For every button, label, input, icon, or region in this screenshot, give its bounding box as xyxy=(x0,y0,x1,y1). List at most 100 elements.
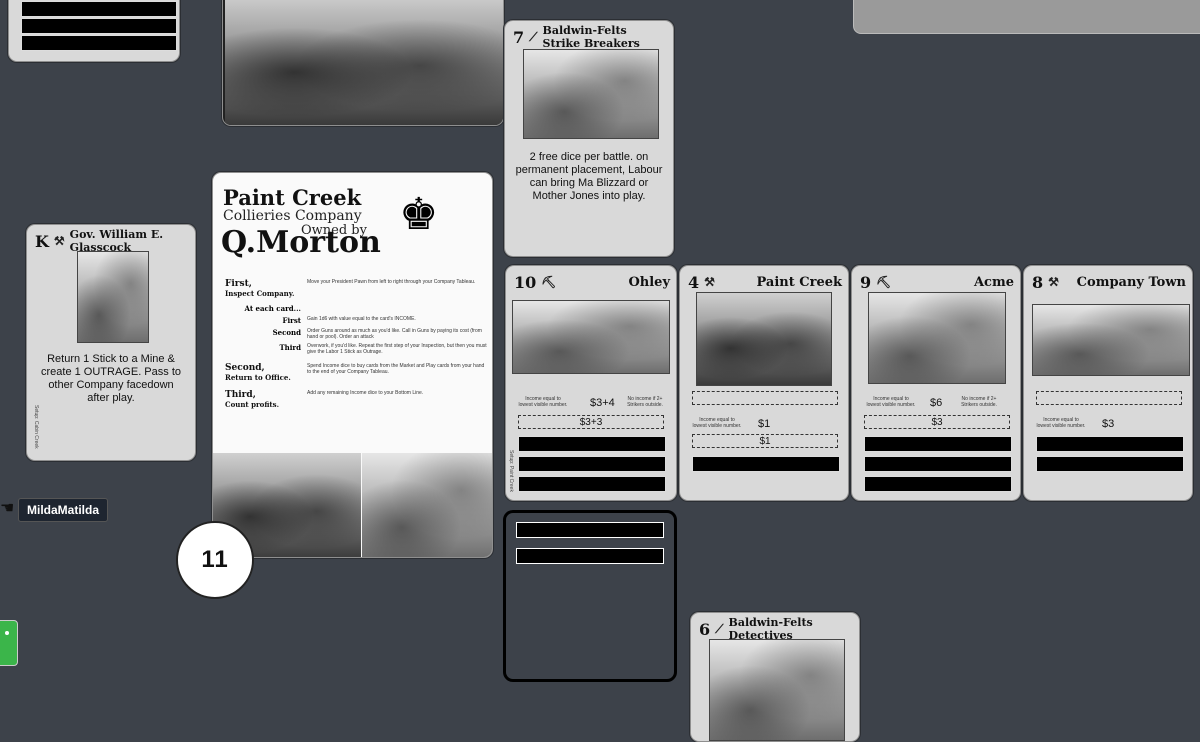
step-sub: Return to Office. xyxy=(225,373,291,382)
redacted-bar xyxy=(21,18,177,34)
redacted-bar xyxy=(692,456,840,472)
step-label: Third, xyxy=(225,390,256,400)
card-baldwin-detectives[interactable]: 6 ⟋ Baldwin-Felts Detectives xyxy=(690,612,860,742)
round-token[interactable]: 11 xyxy=(176,521,254,599)
company-board[interactable]: Paint Creek Collieries Company Owned by … xyxy=(212,172,493,558)
owner-name: Q.Morton xyxy=(221,225,381,260)
card-title: Ohley xyxy=(628,274,670,290)
card-photo xyxy=(696,292,832,386)
step-label: At each card... xyxy=(244,304,301,313)
pointer-hand-icon: ☚ xyxy=(0,500,15,517)
step-text: Add any remaining Income dice to your Bo… xyxy=(307,390,424,396)
step-label: Third xyxy=(279,343,301,352)
redacted-bar xyxy=(518,436,666,452)
income-slot: $1 xyxy=(692,434,838,448)
workers-icon: ⚒ xyxy=(704,275,715,289)
income-note: Income equal to lowest visible number. xyxy=(1036,417,1086,429)
step-text: Move your President Pawn from left to ri… xyxy=(307,279,476,285)
mine-card-acme[interactable]: 9 ⛏ Acme Income equal to lowest visible … xyxy=(851,265,1021,501)
card-ability-text: 2 free dice per battle. on permanent pla… xyxy=(515,151,663,202)
card-number: 7 xyxy=(513,27,525,47)
hidden-card-topleft[interactable] xyxy=(8,0,180,62)
income-note: Income equal to lowest visible number. xyxy=(866,396,916,408)
income-slot-value: $1 xyxy=(759,435,771,447)
card-title: Paint Creek xyxy=(756,274,842,290)
rifle-icon: ⟋ xyxy=(529,29,538,44)
card-photo xyxy=(1032,304,1190,376)
card-ability-text: Return 1 Stick to a Mine & create 1 OUTR… xyxy=(41,353,181,404)
step-label: Second, xyxy=(225,363,265,373)
card-photo xyxy=(512,300,670,374)
card-title: Acme xyxy=(973,274,1014,290)
redacted-bar xyxy=(21,1,177,17)
income-slot-value: $3+3 xyxy=(579,416,603,428)
mine-card-paint-creek[interactable]: 4 ⚒ Paint Creek Income equal to lowest v… xyxy=(679,265,849,501)
redacted-bar xyxy=(21,35,177,51)
income-note: Income equal to lowest visible number. xyxy=(692,417,742,429)
income-slot: $3 xyxy=(864,415,1010,429)
card-number: 10 xyxy=(514,272,537,292)
mine-card-ohley[interactable]: 10 ⛏ Ohley Income equal to lowest visibl… xyxy=(505,265,677,501)
company-subtitle: Collieries Company xyxy=(223,208,362,224)
setup-label: Setup: Paint Creek xyxy=(508,450,514,492)
deck-slot[interactable] xyxy=(503,510,677,682)
mine-card-company-town[interactable]: 8 ⚒ Company Town Income equal to lowest … xyxy=(1023,265,1193,501)
card-title: Company Town xyxy=(1076,274,1186,290)
redacted-bar xyxy=(518,476,666,492)
card-photo xyxy=(523,49,659,139)
redacted-bar xyxy=(1036,436,1184,452)
player-name-tag[interactable]: MildaMatilda xyxy=(18,498,109,522)
rifle-icon: ⟋ xyxy=(715,621,724,636)
income-note: Income equal to lowest visible number. xyxy=(518,396,568,408)
dashed-slot xyxy=(692,391,838,405)
mine-icon: ⛏ xyxy=(876,275,892,289)
card-governor-glasscock[interactable]: K ⚒ Gov. William E. Glasscock Return 1 S… xyxy=(26,224,196,461)
setup-label: Setup: Cabin Creek xyxy=(33,405,39,449)
round-number: 11 xyxy=(201,546,229,573)
strike-note: No income if 2+ Strikers outside. xyxy=(961,396,997,408)
card-number: 4 xyxy=(688,272,700,292)
redacted-bar xyxy=(1036,456,1184,472)
card-title: Baldwin-Felts Strike Breakers xyxy=(542,24,640,50)
card-photo xyxy=(868,292,1006,384)
redacted-bar xyxy=(516,548,664,564)
step-sub: Count profits. xyxy=(225,400,280,409)
step-text: Order Guns around as much as you'd like.… xyxy=(307,328,482,340)
side-tab-green[interactable] xyxy=(0,620,18,666)
redacted-bar xyxy=(518,456,666,472)
income-value: $3 xyxy=(1102,418,1115,430)
gavel-icon: ⚒ xyxy=(53,234,65,248)
step-text: Spend Income dice to buy cards from the … xyxy=(307,363,485,375)
step-text: Overwork, if you'd like. Repeat the firs… xyxy=(307,343,487,355)
step-label: Second xyxy=(272,328,301,337)
card-number: 8 xyxy=(1032,272,1044,292)
redacted-bar xyxy=(516,522,664,538)
step-text xyxy=(307,304,487,313)
strike-note: No income if 2+ Strikers outside. xyxy=(627,396,663,408)
board-photo-right xyxy=(362,453,492,557)
card-baldwin-strike-breakers[interactable]: 7 ⟋ Baldwin-Felts Strike Breakers 2 free… xyxy=(504,20,674,257)
chess-king-icon: ♚ xyxy=(399,190,439,239)
income-value: $6 xyxy=(930,397,943,409)
company-title: Paint Creek xyxy=(223,185,362,210)
step-label: First, xyxy=(225,279,252,289)
step-label: First xyxy=(282,316,302,325)
income-slot-value: $3 xyxy=(931,416,943,428)
card-number: 6 xyxy=(699,619,711,639)
card-number: 9 xyxy=(860,272,872,292)
dashed-slot xyxy=(1036,391,1182,405)
workers-icon: ⚒ xyxy=(1048,275,1059,289)
redacted-bar xyxy=(864,436,1012,452)
card-number: K xyxy=(35,231,49,251)
top-right-panel[interactable] xyxy=(853,0,1200,34)
collage-photo xyxy=(225,0,503,125)
card-photo xyxy=(77,251,149,343)
income-slot: $3+3 xyxy=(518,415,664,429)
card-photo xyxy=(709,639,845,741)
redacted-bar xyxy=(864,476,1012,492)
income-value: $1 xyxy=(758,418,771,430)
photo-collage-card[interactable] xyxy=(222,0,504,126)
income-value: $3+4 xyxy=(590,397,615,409)
step-sub: Inspect Company. xyxy=(225,289,295,298)
mine-icon: ⛏ xyxy=(541,275,557,289)
